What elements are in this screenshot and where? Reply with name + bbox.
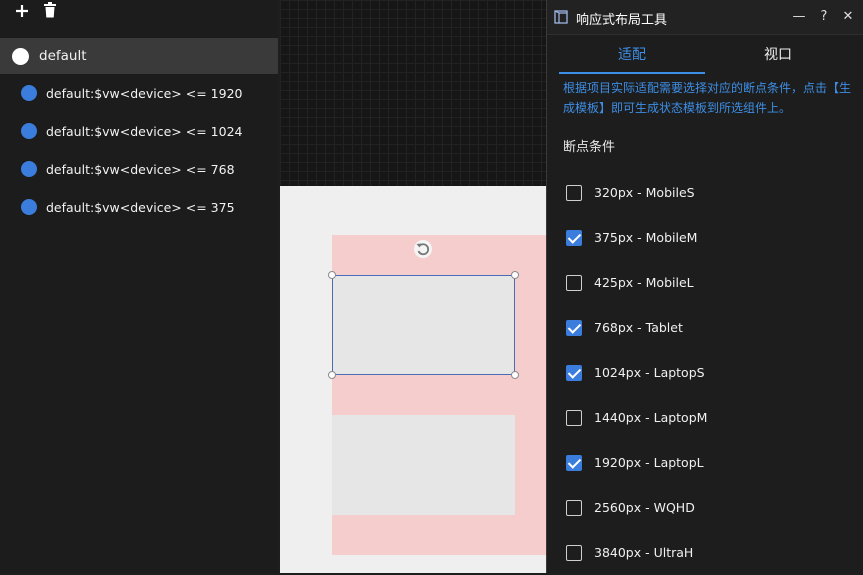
breakpoint-option[interactable]: 1920px - LaptopL <box>566 440 856 485</box>
plus-icon[interactable] <box>11 2 33 24</box>
trash-icon[interactable] <box>39 2 61 24</box>
state-toolbar <box>0 0 278 36</box>
checkbox[interactable] <box>566 409 582 426</box>
state-label: default:$vw<device> <= 1024 <box>46 123 243 139</box>
resize-handle-top-right[interactable] <box>511 271 519 279</box>
state-item-768[interactable]: default:$vw<device> <= 768 <box>0 150 278 188</box>
state-item-1024[interactable]: default:$vw<device> <= 1024 <box>0 112 278 150</box>
section-title: 断点条件 <box>563 140 616 155</box>
checkbox[interactable] <box>566 499 582 516</box>
breakpoint-option[interactable]: 425px - MobileL <box>566 260 856 305</box>
canvas-grid-area <box>280 0 548 186</box>
breakpoint-label: 3840px - UltraH <box>594 545 694 560</box>
breakpoint-label: 425px - MobileL <box>594 275 694 290</box>
close-button[interactable]: ✕ <box>838 7 858 27</box>
breakpoint-option[interactable]: 768px - Tablet <box>566 305 856 350</box>
description-text: 根据项目实际适配需要选择对应的断点条件，点击【生成模板】即可生成状态模板到所选组… <box>563 81 852 115</box>
checkbox[interactable] <box>566 454 582 471</box>
breakpoint-label: 320px - MobileS <box>594 185 695 200</box>
breakpoint-option[interactable]: 2560px - WQHD <box>566 485 856 530</box>
tab-adapt[interactable]: 适配 <box>559 36 705 74</box>
state-dot-icon <box>21 161 37 177</box>
state-label: default <box>39 48 87 64</box>
checkbox[interactable] <box>566 544 582 561</box>
resize-handle-bottom-left[interactable] <box>328 371 336 379</box>
responsive-layout-panel: 响应式布局工具 — ? ✕ 适配 视口 根据项目实际适配需要选择对应的断点条件，… <box>546 0 863 573</box>
breakpoint-option[interactable]: 1024px - LaptopS <box>566 350 856 395</box>
breakpoint-list: 320px - MobileS 375px - MobileM 425px - … <box>566 170 856 575</box>
state-panel: default default:$vw<device> <= 1920 defa… <box>0 0 278 573</box>
tab-viewport[interactable]: 视口 <box>705 36 851 74</box>
minimize-button[interactable]: — <box>789 7 809 27</box>
checkbox[interactable] <box>566 364 582 381</box>
state-dot-icon <box>21 199 37 215</box>
checkbox[interactable] <box>566 229 582 246</box>
help-button[interactable]: ? <box>814 7 834 27</box>
breakpoint-option[interactable]: 375px - MobileM <box>566 215 856 260</box>
checkbox[interactable] <box>566 184 582 201</box>
breakpoint-option[interactable]: 1440px - LaptopM <box>566 395 856 440</box>
breakpoint-label: 768px - Tablet <box>594 320 683 335</box>
resize-handle-bottom-right[interactable] <box>511 371 519 379</box>
panel-titlebar[interactable]: 响应式布局工具 — ? ✕ <box>547 0 863 35</box>
state-list: default default:$vw<device> <= 1920 defa… <box>0 38 278 226</box>
app-icon <box>554 9 568 24</box>
checkbox[interactable] <box>566 319 582 336</box>
breakpoint-label: 1024px - LaptopS <box>594 365 705 380</box>
state-label: default:$vw<device> <= 768 <box>46 161 235 177</box>
breakpoint-label: 1920px - LaptopL <box>594 455 704 470</box>
breakpoint-label: 375px - MobileM <box>594 230 698 245</box>
state-dot-icon <box>21 123 37 139</box>
state-label: default:$vw<device> <= 375 <box>46 199 235 215</box>
panel-title: 响应式布局工具 <box>576 13 668 28</box>
child-component-2[interactable] <box>332 415 515 515</box>
state-dot-icon <box>12 47 29 65</box>
state-item-default[interactable]: default <box>0 38 278 74</box>
breakpoint-label: 2560px - WQHD <box>594 500 695 515</box>
resize-handle-top-left[interactable] <box>328 271 336 279</box>
state-label: default:$vw<device> <= 1920 <box>46 85 243 101</box>
state-item-375[interactable]: default:$vw<device> <= 375 <box>0 188 278 226</box>
breakpoint-option[interactable]: 3840px - UltraH <box>566 530 856 575</box>
panel-tabs: 适配 视口 <box>547 36 863 74</box>
checkbox[interactable] <box>566 274 582 291</box>
state-item-1920[interactable]: default:$vw<device> <= 1920 <box>0 74 278 112</box>
rotate-icon[interactable] <box>413 239 433 259</box>
breakpoint-label: 1440px - LaptopM <box>594 410 708 425</box>
state-dot-icon <box>21 85 37 101</box>
selected-component[interactable] <box>332 275 515 375</box>
breakpoint-option[interactable]: 320px - MobileS <box>566 170 856 215</box>
